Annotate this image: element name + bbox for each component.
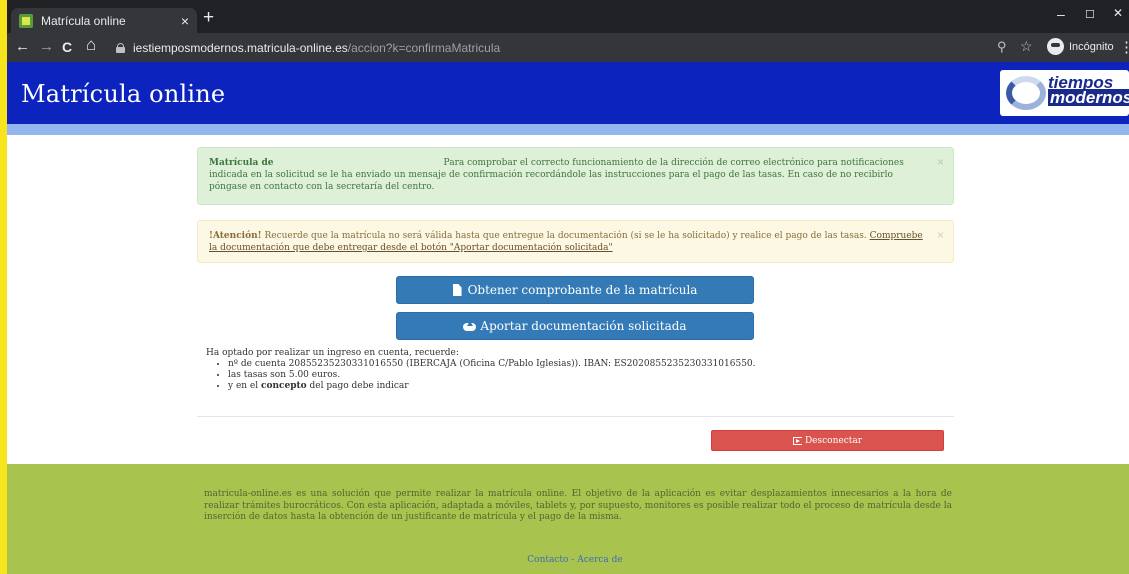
close-icon[interactable]: ×	[937, 229, 944, 241]
fees-text: las tasas son 5.00 euros.	[228, 370, 341, 380]
incognito-label: Incógnito	[1069, 40, 1114, 53]
subheader-bar	[7, 124, 1129, 135]
forward-icon[interactable]: →	[39, 38, 54, 56]
tab-close-icon[interactable]: ×	[181, 13, 189, 29]
browser-menu-icon[interactable]: ⋮	[1119, 38, 1129, 56]
payment-list: nº de cuenta 20855235230331016550 (IBERC…	[222, 359, 756, 392]
close-window-button[interactable]: ✕	[1113, 6, 1123, 20]
list-item: las tasas son 5.00 euros.	[228, 370, 756, 381]
logout-icon	[792, 436, 802, 445]
get-receipt-button[interactable]: Obtener comprobante de la matrícula	[396, 276, 754, 304]
browser-toolbar: ← → C ⌂ iestiemposmodernos.matricula-onl…	[7, 33, 1129, 62]
upload-documentation-button[interactable]: Aportar documentación solicitada	[396, 312, 754, 340]
divider	[197, 416, 954, 417]
payment-intro: Ha optado por realizar un ingreso en cue…	[206, 348, 459, 358]
lock-icon	[116, 42, 125, 53]
concept-text-pre: y en el	[228, 381, 261, 391]
zoom-icon[interactable]: ⚲	[997, 39, 1007, 55]
back-icon[interactable]: ←	[15, 38, 30, 56]
close-icon[interactable]: ×	[937, 156, 944, 168]
url-host: iestiemposmodernos.matricula-online.es	[133, 40, 348, 55]
cloud-upload-icon	[463, 320, 477, 332]
minimize-button[interactable]: –	[1057, 6, 1065, 22]
tab-title: Matrícula online	[41, 13, 126, 28]
reload-icon[interactable]: C	[62, 38, 72, 56]
upload-documentation-label: Aportar documentación solicitada	[480, 319, 687, 333]
footer-description: matricula-online.es es una solución que …	[204, 489, 952, 522]
tiempos-modernos-logo[interactable]: tiempos modernos	[1000, 70, 1129, 116]
warning-alert-text: Recuerde que la matrícula no será válida…	[264, 231, 867, 241]
address-bar[interactable]: iestiemposmodernos.matricula-online.es/a…	[110, 37, 965, 58]
logout-label: Desconectar	[804, 435, 863, 446]
logout-button[interactable]: Desconectar	[711, 430, 944, 451]
favicon-icon	[19, 13, 33, 28]
list-item: y en el concepto del pago debe indicar	[228, 381, 756, 392]
success-alert-title: Matrícula de	[209, 158, 274, 168]
url-path: /accion?k=confirmaMatricula	[347, 40, 501, 55]
account-number: nº de cuenta 20855235230331016550 (IBERC…	[228, 359, 756, 369]
about-link[interactable]: Acerca de	[577, 555, 623, 565]
browser-tabbar: Matrícula online × + – ☐ ✕	[7, 0, 1129, 33]
incognito-indicator[interactable]: Incógnito	[1047, 38, 1114, 55]
home-icon[interactable]: ⌂	[86, 36, 96, 54]
warning-alert: !Atención! Recuerde que la matrícula no …	[197, 220, 954, 263]
bookmark-star-icon[interactable]: ☆	[1020, 38, 1033, 55]
concept-text-post: del pago debe indicar	[306, 381, 409, 391]
file-icon	[452, 284, 462, 296]
maximize-button[interactable]: ☐	[1085, 8, 1095, 21]
browser-tab[interactable]: Matrícula online ×	[11, 8, 197, 33]
get-receipt-label: Obtener comprobante de la matrícula	[467, 283, 698, 297]
site-footer: matricula-online.es es una solución que …	[7, 464, 1129, 574]
footer-link-separator: -	[568, 555, 578, 565]
logo-swirl-icon	[1006, 76, 1046, 110]
left-edge-strip	[0, 0, 7, 574]
logo-text-line2: modernos	[1048, 89, 1129, 106]
concept-bold: concepto	[261, 381, 307, 391]
list-item: nº de cuenta 20855235230331016550 (IBERC…	[228, 359, 756, 370]
site-title[interactable]: Matrícula online	[21, 80, 225, 108]
contact-link[interactable]: Contacto	[527, 555, 568, 565]
main-content: Matrícula de Para comprobar el correcto f…	[7, 135, 1129, 464]
warning-alert-title: !Atención!	[209, 231, 262, 241]
success-alert-text: Para comprobar el correcto funcionamient…	[209, 158, 904, 192]
success-alert: Matrícula de Para comprobar el correcto f…	[197, 147, 954, 205]
payment-info: Ha optado por realizar un ingreso en cue…	[206, 348, 756, 392]
footer-links: Contacto - Acerca de	[7, 555, 1129, 565]
new-tab-button[interactable]: +	[203, 8, 214, 28]
site-header: Matrícula online tiempos modernos	[7, 62, 1129, 124]
incognito-icon	[1047, 38, 1064, 55]
